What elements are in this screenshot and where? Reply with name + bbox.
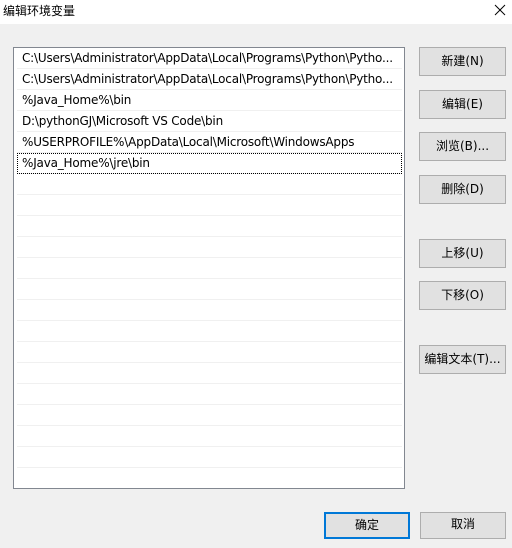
new-button[interactable]: 新建(N) bbox=[419, 47, 506, 76]
path-list-item[interactable] bbox=[17, 216, 402, 237]
edit-text-button[interactable]: 编辑文本(T)... bbox=[419, 345, 506, 374]
path-list-item[interactable]: %USERPROFILE%\AppData\Local\Microsoft\Wi… bbox=[17, 132, 402, 153]
title-bar[interactable]: 编辑环境变量 bbox=[0, 0, 512, 24]
path-list-item[interactable] bbox=[17, 342, 402, 363]
window-title: 编辑环境变量 bbox=[3, 4, 76, 18]
move-up-button[interactable]: 上移(U) bbox=[419, 239, 506, 268]
path-list-item[interactable] bbox=[17, 300, 402, 321]
browse-button[interactable]: 浏览(B)... bbox=[419, 132, 506, 161]
path-list-item[interactable] bbox=[17, 321, 402, 342]
edit-button[interactable]: 编辑(E) bbox=[419, 90, 506, 119]
close-button[interactable] bbox=[488, 0, 512, 24]
ok-button[interactable]: 确定 bbox=[324, 512, 410, 539]
path-list-item[interactable] bbox=[17, 174, 402, 195]
path-list-item[interactable] bbox=[17, 384, 402, 405]
path-list-item[interactable] bbox=[17, 405, 402, 426]
move-down-button[interactable]: 下移(O) bbox=[419, 281, 506, 310]
path-list-item[interactable] bbox=[17, 426, 402, 447]
path-list-item[interactable]: %Java_Home%\bin bbox=[17, 90, 402, 111]
path-list[interactable]: C:\Users\Administrator\AppData\Local\Pro… bbox=[13, 47, 405, 489]
path-list-item[interactable] bbox=[17, 468, 402, 488]
path-list-item[interactable] bbox=[17, 363, 402, 384]
path-list-item[interactable] bbox=[17, 279, 402, 300]
edit-environment-variable-dialog: 编辑环境变量 C:\Users\Administrator\AppData\Lo… bbox=[0, 0, 512, 548]
path-list-item[interactable]: D:\pythonGJ\Microsoft VS Code\bin bbox=[17, 111, 402, 132]
path-list-item[interactable] bbox=[17, 237, 402, 258]
path-list-item[interactable]: C:\Users\Administrator\AppData\Local\Pro… bbox=[17, 48, 402, 69]
delete-button[interactable]: 删除(D) bbox=[419, 175, 506, 204]
cancel-button[interactable]: 取消 bbox=[420, 512, 506, 539]
path-list-item-focused[interactable]: %Java_Home%\jre\bin bbox=[17, 153, 402, 174]
path-list-item[interactable] bbox=[17, 195, 402, 216]
path-list-item[interactable]: C:\Users\Administrator\AppData\Local\Pro… bbox=[17, 69, 402, 90]
close-icon bbox=[494, 4, 506, 16]
path-list-item[interactable] bbox=[17, 258, 402, 279]
path-list-item[interactable] bbox=[17, 447, 402, 468]
